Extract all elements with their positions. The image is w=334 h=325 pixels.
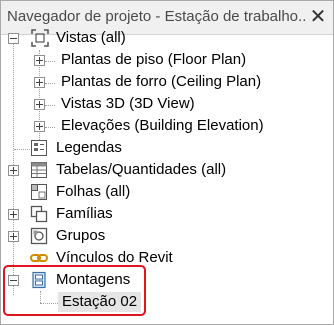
expand-toggle[interactable] xyxy=(34,99,45,110)
expand-toggle[interactable] xyxy=(8,231,19,242)
tree-item-views[interactable]: Vistas (all) xyxy=(0,28,332,50)
tree-item-schedules[interactable]: Tabelas/Quantidades (all) xyxy=(0,160,332,182)
collapse-toggle[interactable] xyxy=(8,33,19,44)
group-icon xyxy=(30,227,48,245)
sheet-icon xyxy=(30,183,48,201)
expand-toggle[interactable] xyxy=(8,209,19,220)
tree-item-groups[interactable]: Grupos xyxy=(0,226,332,248)
tree-item-elevations[interactable]: Elevações (Building Elevation) xyxy=(0,116,332,138)
tree-item-label: Vistas 3D (3D View) xyxy=(61,95,195,112)
tree-item-ceiling-plans[interactable]: Plantas de forro (Ceiling Plan) xyxy=(0,72,332,94)
expand-toggle[interactable] xyxy=(34,77,45,88)
family-icon xyxy=(30,205,48,223)
legend-icon xyxy=(30,139,48,157)
tree-item-label: Elevações (Building Elevation) xyxy=(61,117,264,134)
tree-item-label: Legendas xyxy=(56,139,122,156)
tree-item-floor-plans[interactable]: Plantas de piso (Floor Plan) xyxy=(0,50,332,72)
tree-item-label: Famílias xyxy=(56,205,113,222)
expand-toggle[interactable] xyxy=(34,55,45,66)
tree-item-families[interactable]: Famílias xyxy=(0,204,332,226)
close-icon[interactable]: ✕ xyxy=(307,6,329,28)
tree-item-label: Grupos xyxy=(56,227,106,244)
schedule-icon xyxy=(30,161,48,179)
views-icon xyxy=(31,29,49,47)
tree-item-label: Tabelas/Quantidades (all) xyxy=(56,161,227,178)
tree-item-3d-views[interactable]: Vistas 3D (3D View) xyxy=(0,94,332,116)
panel-title: Navegador de projeto - Estação de trabal… xyxy=(7,8,307,25)
expand-toggle[interactable] xyxy=(8,165,19,176)
tree-item-legends[interactable]: Legendas xyxy=(0,138,332,160)
tree-item-sheets[interactable]: Folhas (all) xyxy=(0,182,332,204)
expand-toggle[interactable] xyxy=(34,121,45,132)
annotation-highlight-box xyxy=(3,265,146,316)
tree-item-label: Plantas de forro (Ceiling Plan) xyxy=(61,73,262,90)
tree-item-label: Folhas (all) xyxy=(56,183,131,200)
tree-item-label: Plantas de piso (Floor Plan) xyxy=(61,51,247,68)
tree-item-label: Vistas (all) xyxy=(56,29,126,46)
